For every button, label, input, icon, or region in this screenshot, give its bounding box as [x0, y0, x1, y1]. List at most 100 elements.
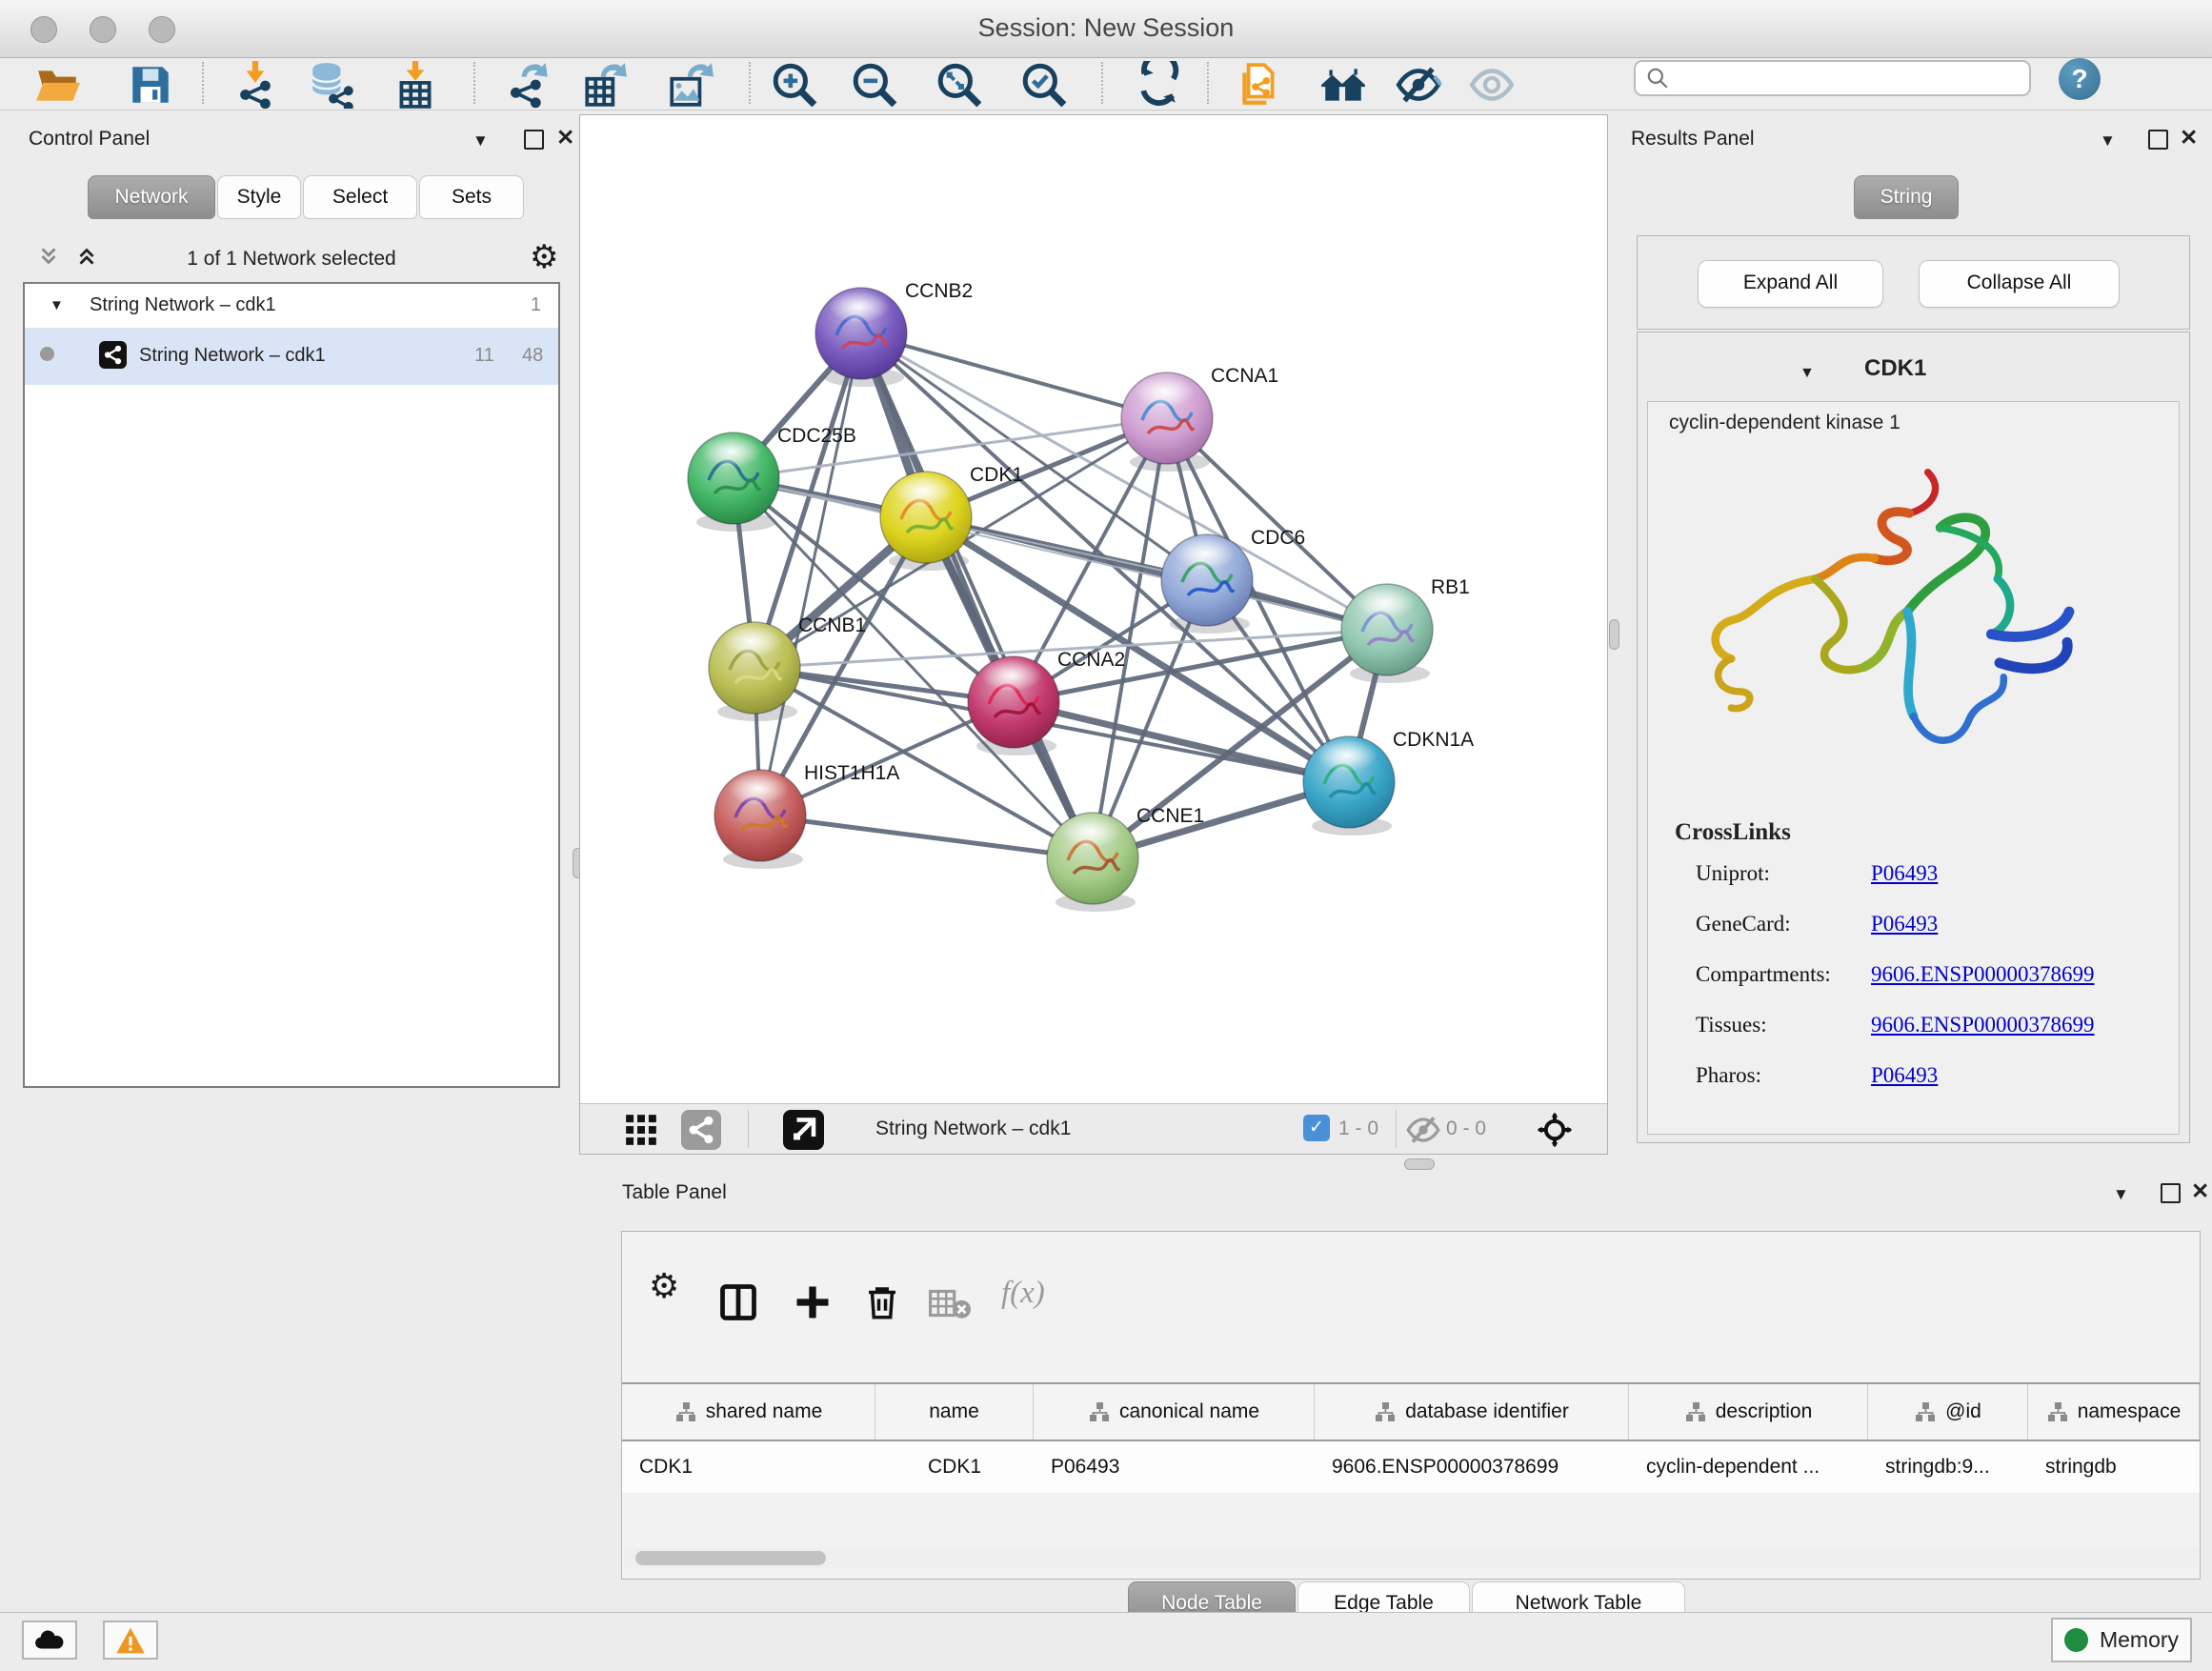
- table-cell[interactable]: stringdb: [2028, 1441, 2200, 1493]
- table-cell[interactable]: cyclin-dependent ...: [1629, 1441, 1868, 1493]
- panel-menu-caret-icon[interactable]: ▼: [2100, 131, 2116, 151]
- network-node-cdc25b[interactable]: [688, 433, 779, 524]
- network-node-cdk1[interactable]: [880, 472, 972, 563]
- warnings-button[interactable]: [103, 1621, 158, 1660]
- panel-float-icon[interactable]: [2148, 130, 2168, 150]
- zoom-selected-icon[interactable]: [1020, 61, 1068, 109]
- import-network-file-icon[interactable]: [231, 61, 279, 109]
- tab-network[interactable]: Network: [88, 175, 215, 219]
- table-row[interactable]: CDK1CDK1P064939606.ENSP00000378699cyclin…: [622, 1441, 2200, 1493]
- network-node-ccnb1[interactable]: [709, 622, 800, 714]
- result-collapse-caret-icon[interactable]: ▼: [1800, 365, 1815, 382]
- panel-close-icon[interactable]: ✕: [2191, 1181, 2209, 1200]
- network-edge[interactable]: [734, 478, 1387, 630]
- show-columns-icon[interactable]: [717, 1279, 759, 1330]
- table-cell[interactable]: P06493: [1034, 1441, 1315, 1493]
- zoom-fit-icon[interactable]: [935, 61, 983, 109]
- horizontal-splitter-handle[interactable]: [1404, 1158, 1435, 1170]
- selected-checkbox-icon[interactable]: ✓: [1303, 1115, 1330, 1141]
- network-node-rb1[interactable]: [1341, 584, 1433, 675]
- table-cell[interactable]: CDK1: [622, 1441, 875, 1493]
- table-options-gear-icon[interactable]: ⚙: [649, 1266, 679, 1306]
- collapse-all-button[interactable]: Collapse All: [1919, 260, 2120, 308]
- network-share-view-icon[interactable]: [681, 1110, 721, 1150]
- import-network-database-icon[interactable]: [307, 61, 354, 109]
- network-edge[interactable]: [760, 815, 1093, 858]
- hide-eye-slash-icon[interactable]: [1395, 61, 1442, 109]
- node-label: RB1: [1431, 576, 1470, 598]
- network-canvas[interactable]: CCNB2CCNA1CDC25BCDK1CDC6RB1CCNB1CCNA2CDK…: [580, 115, 1607, 1104]
- tab-sets[interactable]: Sets: [419, 175, 524, 219]
- column-header[interactable]: database identifier: [1315, 1384, 1629, 1439]
- column-header-label: @id: [1945, 1400, 1981, 1423]
- selected-count: 1 - 0: [1338, 1117, 1378, 1140]
- column-header[interactable]: canonical name: [1034, 1384, 1315, 1439]
- panel-float-icon[interactable]: [524, 130, 544, 150]
- panel-close-icon[interactable]: ✕: [556, 128, 574, 147]
- network-node-cdkn1a[interactable]: [1303, 736, 1395, 828]
- vertical-splitter-handle[interactable]: [1609, 619, 1619, 650]
- network-node-hist1h1a[interactable]: [714, 770, 806, 861]
- expand-all-button[interactable]: Expand All: [1698, 260, 1883, 308]
- column-header[interactable]: description: [1629, 1384, 1868, 1439]
- delete-column-icon[interactable]: [862, 1279, 902, 1330]
- column-header[interactable]: shared name: [622, 1384, 875, 1439]
- help-button[interactable]: ?: [2059, 58, 2101, 100]
- tab-select[interactable]: Select: [303, 175, 417, 219]
- zoom-in-icon[interactable]: [771, 61, 818, 109]
- result-detail: cyclin-dependent kinase 1 CrossLinks Uni…: [1647, 401, 2180, 1135]
- network-options-gear-icon[interactable]: ⚙: [530, 238, 558, 276]
- tab-style[interactable]: Style: [217, 175, 301, 219]
- panel-menu-caret-icon[interactable]: ▼: [473, 131, 489, 151]
- crosslink-link[interactable]: 9606.ENSP00000378699: [1871, 1013, 2095, 1037]
- crosslink-link[interactable]: P06493: [1871, 861, 1938, 886]
- panel-close-icon[interactable]: ✕: [2180, 128, 2198, 147]
- memory-button[interactable]: Memory: [2051, 1618, 2192, 1662]
- crosslink-link[interactable]: P06493: [1871, 912, 1938, 936]
- panel-float-icon[interactable]: [2161, 1183, 2181, 1203]
- network-edge[interactable]: [760, 333, 861, 815]
- show-eye-icon[interactable]: [1468, 61, 1516, 109]
- network-node-ccna2[interactable]: [968, 656, 1059, 748]
- network-view[interactable]: CCNB2CCNA1CDC25BCDK1CDC6RB1CCNB1CCNA2CDK…: [579, 114, 1608, 1155]
- network-collection-row[interactable]: ▼ String Network – cdk1 1: [25, 284, 558, 328]
- network-node-cdc6[interactable]: [1161, 534, 1253, 626]
- refresh-icon[interactable]: [1135, 61, 1182, 109]
- crosslink-link[interactable]: 9606.ENSP00000378699: [1871, 962, 2095, 987]
- node-label: CDKN1A: [1393, 729, 1474, 751]
- table-cell[interactable]: CDK1: [875, 1441, 1034, 1493]
- export-network-icon[interactable]: [506, 61, 553, 109]
- add-column-icon[interactable]: [792, 1279, 834, 1330]
- table-cell[interactable]: 9606.ENSP00000378699: [1315, 1441, 1629, 1493]
- duplicate-network-icon[interactable]: [1235, 61, 1282, 109]
- home-houses-icon[interactable]: [1319, 61, 1367, 109]
- detach-view-icon[interactable]: [783, 1110, 824, 1150]
- export-image-icon[interactable]: [666, 61, 714, 109]
- network-node-ccnb2[interactable]: [815, 288, 907, 379]
- zoom-out-icon[interactable]: [851, 61, 898, 109]
- scrollbar-thumb[interactable]: [635, 1551, 826, 1565]
- save-session-icon[interactable]: [127, 61, 174, 109]
- network-node-ccna1[interactable]: [1121, 372, 1213, 464]
- horizontal-scrollbar[interactable]: [624, 1548, 2198, 1569]
- network-node-ccne1[interactable]: [1047, 813, 1138, 904]
- birds-eye-crosshair-icon[interactable]: [1536, 1111, 1574, 1154]
- node-label: CCNA2: [1057, 649, 1125, 671]
- grid-view-icon[interactable]: [623, 1112, 659, 1153]
- tab-string[interactable]: String: [1854, 175, 1959, 219]
- open-session-icon[interactable]: [34, 61, 82, 109]
- column-header[interactable]: @id: [1868, 1384, 2028, 1439]
- column-header[interactable]: namespace: [2028, 1384, 2200, 1439]
- search-input[interactable]: [1634, 60, 2031, 96]
- table-cell[interactable]: stringdb:9...: [1868, 1441, 2028, 1493]
- tree-expand-caret-icon[interactable]: ▼: [50, 297, 64, 313]
- crosslink-link[interactable]: P06493: [1871, 1063, 1938, 1088]
- results-panel: Results Panel ▼ ✕ String Expand All Coll…: [1619, 114, 2202, 1155]
- export-table-icon[interactable]: [581, 61, 629, 109]
- panel-menu-caret-icon[interactable]: ▼: [2113, 1185, 2129, 1204]
- cloud-button[interactable]: [22, 1621, 77, 1660]
- import-table-file-icon[interactable]: [392, 61, 439, 109]
- network-row-selected[interactable]: String Network – cdk1 11 48: [25, 328, 558, 385]
- column-header[interactable]: name: [875, 1384, 1034, 1439]
- network-edge[interactable]: [1014, 702, 1349, 782]
